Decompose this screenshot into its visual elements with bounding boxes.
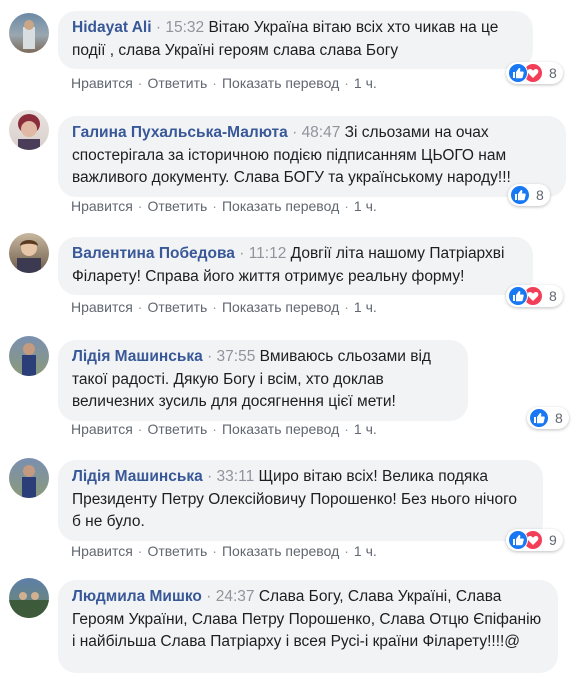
- like-link[interactable]: Нравится: [71, 543, 133, 559]
- reply-link[interactable]: Ответить: [147, 299, 207, 315]
- separator: ·: [137, 421, 143, 437]
- separator: ·: [155, 19, 162, 36]
- comment-time[interactable]: 33:11: [217, 468, 255, 485]
- comment-age[interactable]: 1 ч.: [354, 75, 377, 91]
- comment-age[interactable]: 1 ч.: [354, 543, 377, 559]
- separator: ·: [212, 421, 217, 437]
- like-reaction-icon: [508, 63, 528, 83]
- translate-link[interactable]: Показать перевод: [222, 75, 339, 91]
- avatar[interactable]: [9, 233, 49, 273]
- reaction-count: 8: [536, 187, 544, 203]
- separator: ·: [344, 75, 349, 91]
- comment-time[interactable]: 37:55: [217, 348, 256, 365]
- reply-link[interactable]: Ответить: [147, 543, 207, 559]
- separator: ·: [137, 543, 143, 559]
- separator: ·: [212, 299, 217, 315]
- translate-link[interactable]: Показать перевод: [222, 299, 339, 315]
- like-reaction-icon: [510, 185, 530, 205]
- comment-author[interactable]: Лідія Машинська: [72, 468, 203, 485]
- like-link[interactable]: Нравится: [71, 198, 133, 214]
- comment-age[interactable]: 1 ч.: [354, 299, 377, 315]
- separator: ·: [137, 75, 143, 91]
- comment-author[interactable]: Валентина Победова: [72, 245, 235, 262]
- comment-actions: Нравится · Ответить · Показать перевод · 1 ч.: [71, 543, 377, 559]
- translate-link[interactable]: Показать перевод: [222, 543, 339, 559]
- comment-bubble: Hidayat Ali · 15:32 Вітаю Україна вітаю …: [58, 11, 533, 69]
- separator: ·: [344, 299, 349, 315]
- separator: ·: [212, 543, 217, 559]
- separator: ·: [344, 421, 349, 437]
- separator: ·: [137, 299, 143, 315]
- avatar[interactable]: [9, 110, 49, 150]
- comment-bubble: Валентина Победова · 11:12 Довгії літа н…: [58, 237, 533, 295]
- separator: ·: [212, 75, 217, 91]
- comment-bubble: Лідія Машинська · 37:55 Вмиваюсь сльозам…: [58, 340, 468, 421]
- separator: ·: [137, 198, 143, 214]
- like-link[interactable]: Нравится: [71, 421, 133, 437]
- comment-time[interactable]: 11:12: [249, 245, 287, 262]
- reaction-summary[interactable]: 8: [506, 285, 563, 307]
- comment-author[interactable]: Лідія Машинська: [72, 348, 203, 365]
- separator: ·: [207, 348, 213, 365]
- avatar[interactable]: [9, 336, 49, 376]
- reaction-count: 8: [549, 288, 557, 304]
- comment-bubble: Людмила Мишко · 24:37 Слава Богу, Слава …: [58, 580, 558, 673]
- translate-link[interactable]: Показать перевод: [222, 198, 339, 214]
- reply-link[interactable]: Ответить: [147, 198, 207, 214]
- comment-age[interactable]: 1 ч.: [354, 198, 377, 214]
- avatar[interactable]: [9, 458, 49, 498]
- comment-time[interactable]: 24:37: [216, 588, 255, 605]
- comment-actions: Нравится · Ответить · Показать перевод · 1 ч.: [71, 75, 377, 91]
- like-reaction-icon: [529, 408, 549, 428]
- comment-age[interactable]: 1 ч.: [354, 421, 377, 437]
- reaction-summary[interactable]: 8: [506, 62, 563, 84]
- comment-time[interactable]: 15:32: [165, 19, 204, 36]
- comment-actions: Нравится · Ответить · Показать перевод · 1 ч.: [71, 198, 377, 214]
- comment-actions: Нравится · Ответить · Показать перевод · 1 ч.: [71, 299, 377, 315]
- reaction-summary[interactable]: 8: [508, 184, 550, 206]
- separator: ·: [344, 198, 349, 214]
- reaction-count: 9: [549, 532, 557, 548]
- comment-author[interactable]: Людмила Мишко: [72, 588, 202, 605]
- separator: ·: [292, 124, 298, 141]
- reaction-summary[interactable]: 9: [506, 529, 563, 551]
- like-reaction-icon: [508, 530, 528, 550]
- comment-bubble: Лідія Машинська · 33:11 Щиро вітаю всіх!…: [58, 460, 543, 541]
- comment-author[interactable]: Галина Пухальська-Малюта: [72, 124, 288, 141]
- like-link[interactable]: Нравится: [71, 299, 133, 315]
- reaction-count: 8: [555, 410, 563, 426]
- reaction-count: 8: [549, 65, 557, 81]
- separator: ·: [206, 588, 212, 605]
- like-link[interactable]: Нравится: [71, 75, 133, 91]
- comment-time[interactable]: 48:47: [302, 124, 341, 141]
- separator: ·: [239, 245, 245, 262]
- comment-actions: Нравится · Ответить · Показать перевод · 1 ч.: [71, 421, 377, 437]
- reply-link[interactable]: Ответить: [147, 75, 207, 91]
- reaction-summary[interactable]: 8: [527, 407, 569, 429]
- avatar[interactable]: [9, 578, 49, 618]
- comment-bubble: Галина Пухальська-Малюта · 48:47 Зі сльо…: [58, 116, 566, 197]
- translate-link[interactable]: Показать перевод: [222, 421, 339, 437]
- separator: ·: [207, 468, 213, 485]
- separator: ·: [344, 543, 349, 559]
- comment-author[interactable]: Hidayat Ali: [72, 19, 152, 36]
- like-reaction-icon: [508, 286, 528, 306]
- avatar[interactable]: [9, 13, 49, 53]
- separator: ·: [212, 198, 217, 214]
- reply-link[interactable]: Ответить: [147, 421, 207, 437]
